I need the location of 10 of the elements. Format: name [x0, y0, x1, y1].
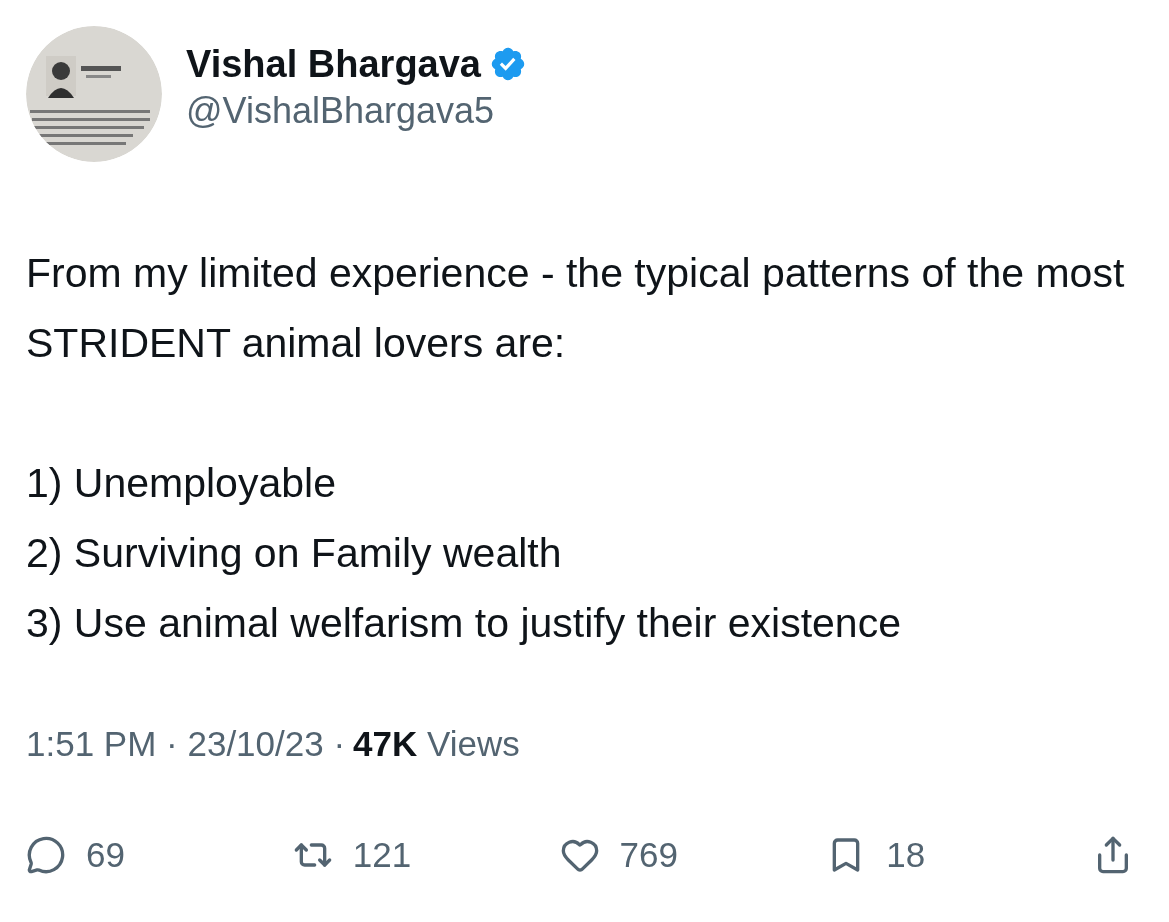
view-count: 47K Views [353, 723, 520, 765]
timestamp[interactable]: 1:51 PM · 23/10/23 · [26, 718, 346, 771]
author-name[interactable]: Vishal Bhargava [186, 40, 481, 88]
action-count: 121 [352, 833, 412, 876]
tweet-text: From my limited experience - the typical patterns of the most STRIDENT animal lovers are: 1) Unemployable 2) Surviving on Family wealth 3) Use animal welfarism to justify their existence [26, 249, 1126, 648]
reply-icon[interactable] [26, 834, 66, 875]
action-count: 69 [86, 833, 125, 876]
action-count: 769 [619, 833, 678, 876]
author-handle[interactable]: @VishalBhargava5 [186, 88, 527, 134]
action-count: 18 [886, 833, 926, 876]
